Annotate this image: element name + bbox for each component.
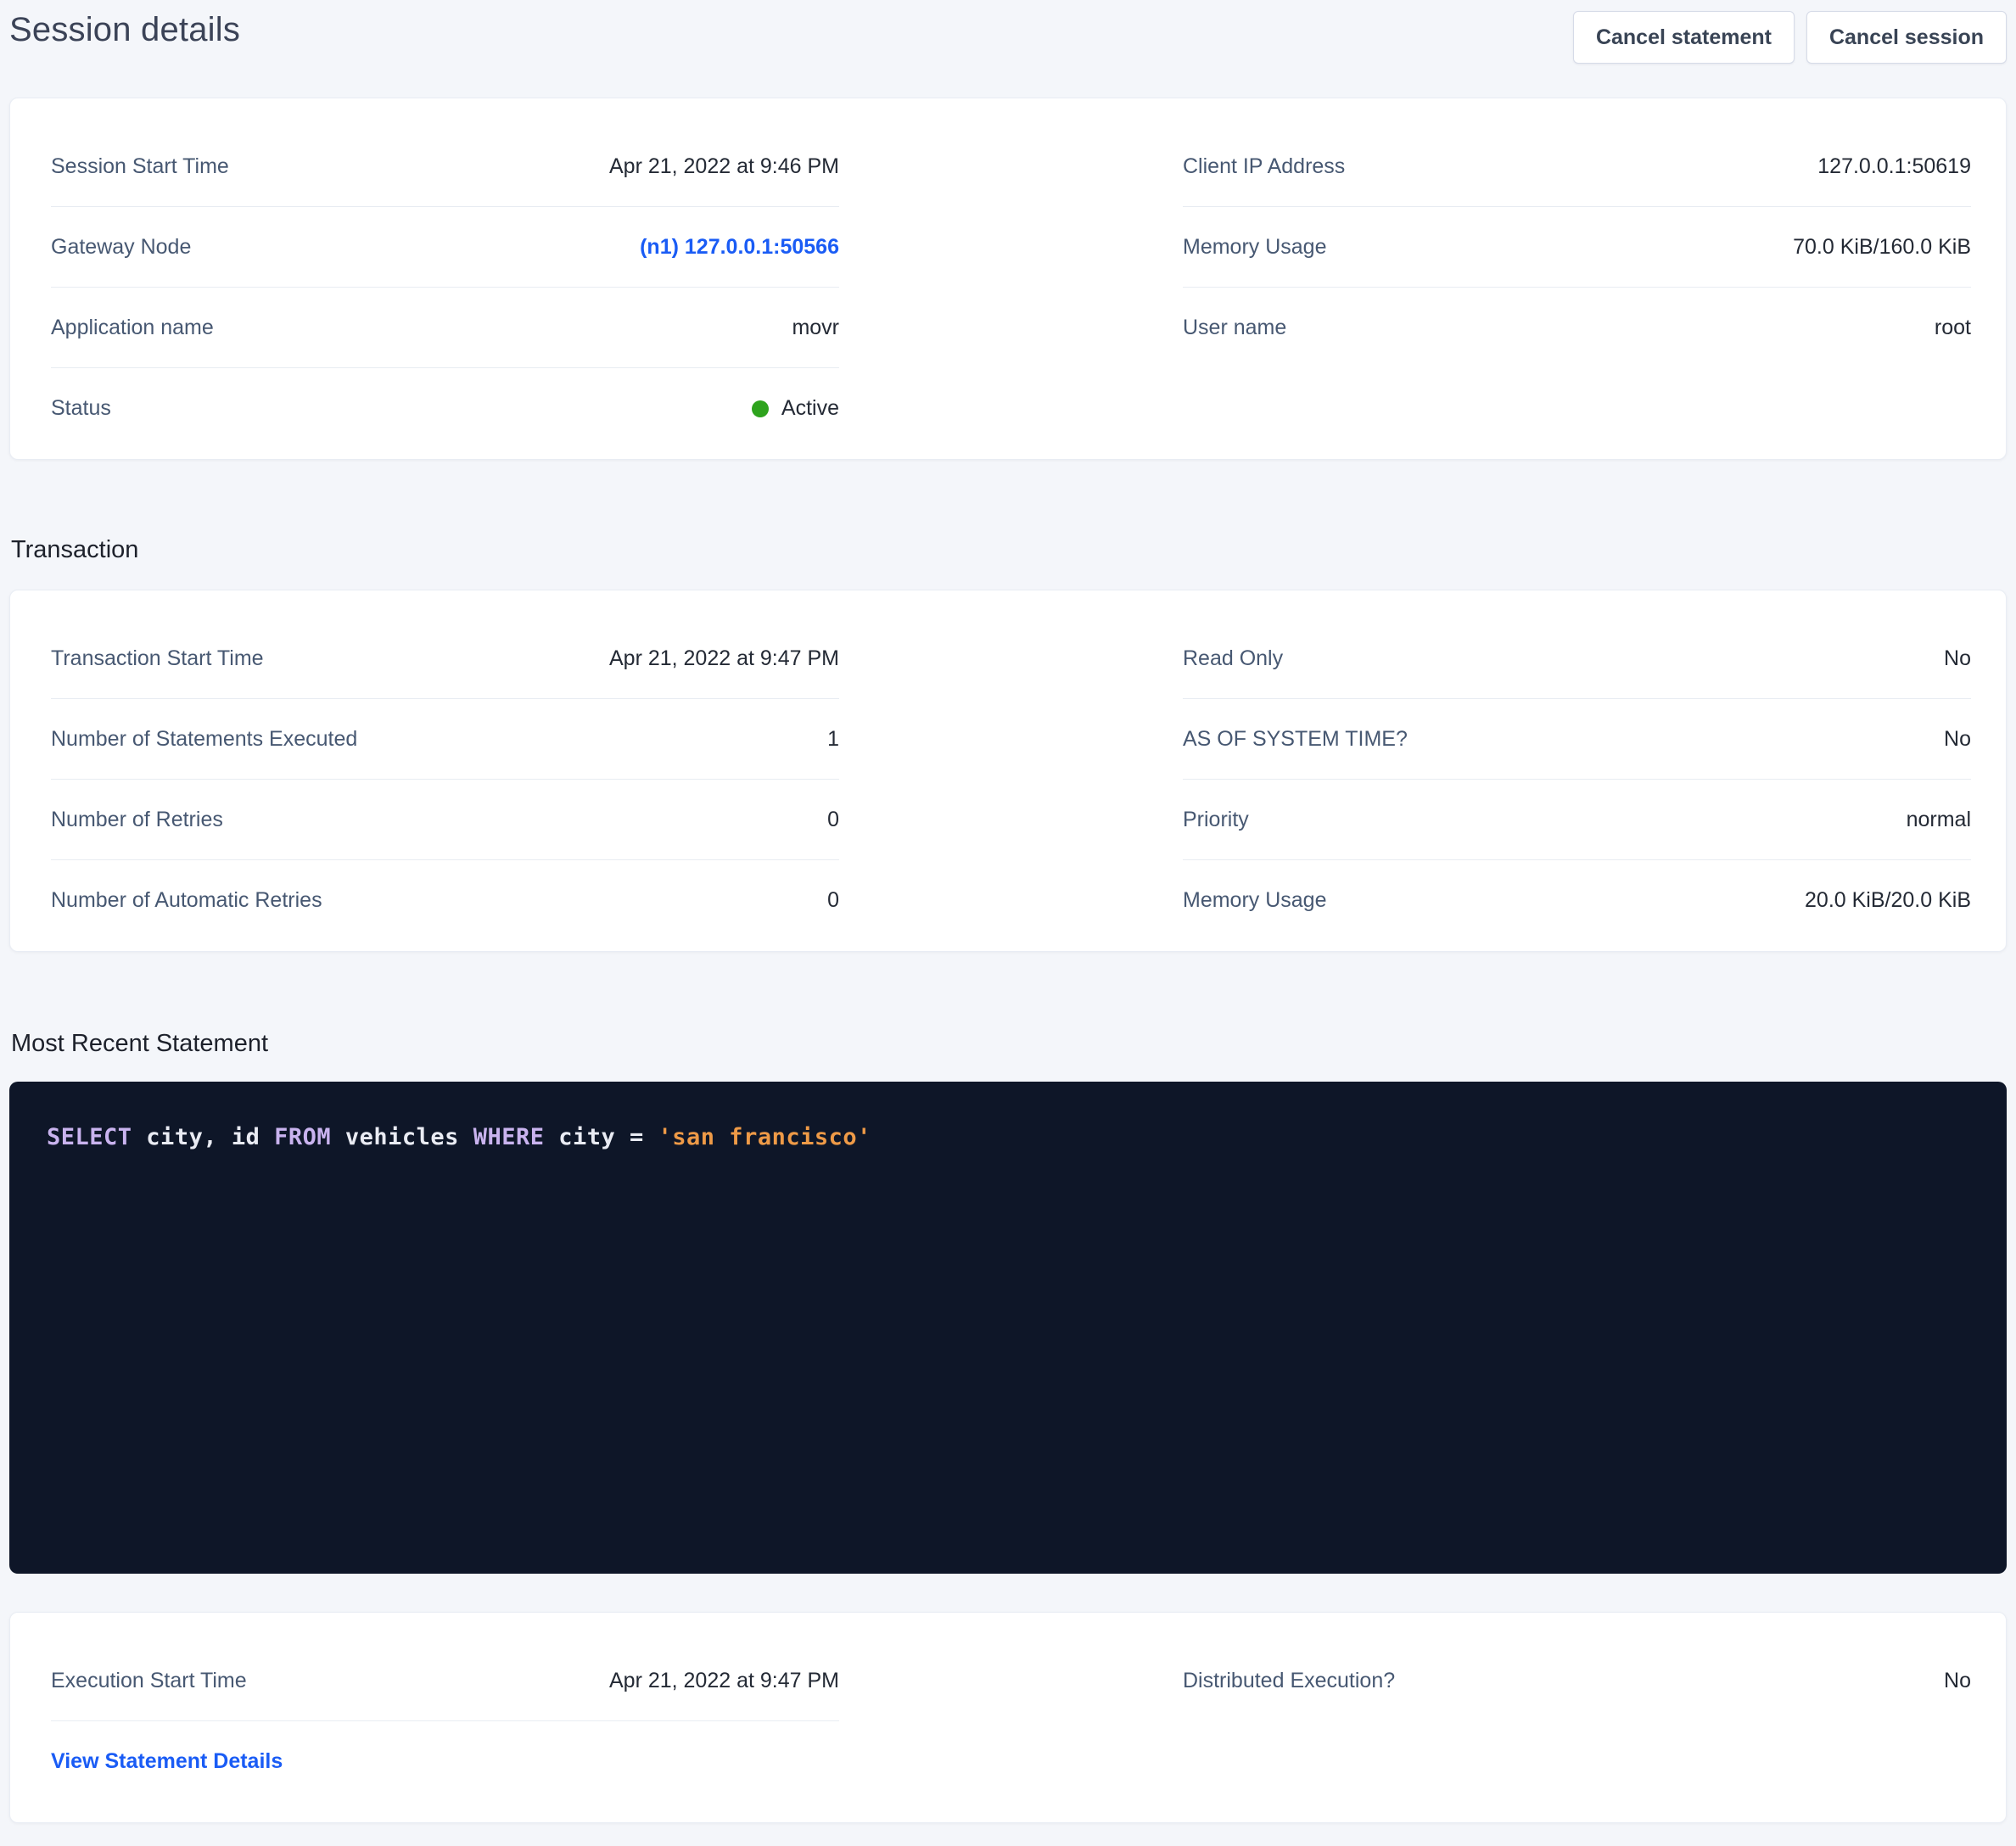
gateway-node-value[interactable]: (n1) 127.0.0.1:50566: [640, 235, 839, 260]
sql-token-keyword: FROM: [274, 1124, 331, 1150]
cancel-session-button[interactable]: Cancel session: [1806, 11, 2007, 64]
number-of-retries-label: Number of Retries: [51, 808, 223, 832]
sql-token-keyword: SELECT: [47, 1124, 132, 1150]
sql-token-plain: city =: [544, 1124, 658, 1150]
execution-start-time-row: Execution Start Time Apr 21, 2022 at 9:47…: [51, 1641, 839, 1721]
client-ip-address-value: 127.0.0.1:50619: [1817, 154, 1971, 179]
number-of-retries-row: Number of Retries 0: [51, 780, 839, 860]
user-name-row: User name root: [1183, 288, 1971, 368]
distributed-execution-value: No: [1944, 1669, 1971, 1693]
as-of-system-time-row: AS OF SYSTEM TIME? No: [1183, 699, 1971, 780]
sql-statement-box: SELECT city, id FROM vehicles WHERE city…: [9, 1082, 2007, 1574]
transaction-start-time-label: Transaction Start Time: [51, 646, 264, 671]
distributed-execution-row: Distributed Execution? No: [1183, 1641, 1971, 1721]
session-summary-card: Session Start Time Apr 21, 2022 at 9:46 P…: [9, 98, 2007, 460]
header-actions: Cancel statement Cancel session: [1573, 11, 2007, 64]
sql-token-keyword: WHERE: [473, 1124, 545, 1150]
number-of-automatic-retries-value: 0: [827, 888, 839, 913]
priority-value: normal: [1907, 808, 1971, 832]
sql-token-string: 'san francisco': [658, 1124, 871, 1150]
statement-section-title: Most Recent Statement: [11, 1030, 2007, 1058]
number-of-automatic-retries-row: Number of Automatic Retries 0: [51, 860, 839, 941]
transaction-card: Transaction Start Time Apr 21, 2022 at 9:…: [9, 590, 2007, 952]
gateway-node-label: Gateway Node: [51, 235, 191, 260]
as-of-system-time-label: AS OF SYSTEM TIME?: [1183, 727, 1408, 752]
page-title: Session details: [9, 11, 240, 49]
session-status-value: Active: [752, 396, 839, 421]
transaction-start-time-value: Apr 21, 2022 at 9:47 PM: [609, 646, 839, 671]
execution-right-column: Distributed Execution? No: [1183, 1641, 1971, 1802]
transaction-right-column: Read Only No AS OF SYSTEM TIME? No Priority n…: [1183, 618, 1971, 941]
cancel-statement-button[interactable]: Cancel statement: [1573, 11, 1795, 64]
sql-statement: SELECT city, id FROM vehicles WHERE city…: [47, 1124, 871, 1150]
client-ip-address-row: Client IP Address 127.0.0.1:50619: [1183, 126, 1971, 207]
transaction-memory-usage-row: Memory Usage 20.0 KiB/20.0 KiB: [1183, 860, 1971, 941]
priority-label: Priority: [1183, 808, 1249, 832]
client-ip-address-label: Client IP Address: [1183, 154, 1345, 179]
number-of-automatic-retries-label: Number of Automatic Retries: [51, 888, 322, 913]
gateway-node-row: Gateway Node (n1) 127.0.0.1:50566: [51, 207, 839, 288]
execution-left-column: Execution Start Time Apr 21, 2022 at 9:47…: [51, 1641, 839, 1802]
transaction-left-column: Transaction Start Time Apr 21, 2022 at 9:…: [51, 618, 839, 941]
execution-start-time-label: Execution Start Time: [51, 1669, 247, 1693]
execution-start-time-value: Apr 21, 2022 at 9:47 PM: [609, 1669, 839, 1693]
transaction-memory-usage-label: Memory Usage: [1183, 888, 1327, 913]
session-summary-left-column: Session Start Time Apr 21, 2022 at 9:46 P…: [51, 126, 839, 449]
session-memory-usage-label: Memory Usage: [1183, 235, 1327, 260]
session-status-label: Status: [51, 396, 111, 421]
session-memory-usage-value: 70.0 KiB/160.0 KiB: [1793, 235, 1971, 260]
transaction-start-time-row: Transaction Start Time Apr 21, 2022 at 9:…: [51, 618, 839, 699]
session-start-time-value: Apr 21, 2022 at 9:46 PM: [609, 154, 839, 179]
session-status-row: Status Active: [51, 368, 839, 449]
transaction-section-title: Transaction: [11, 536, 2007, 564]
transaction-memory-usage-value: 20.0 KiB/20.0 KiB: [1805, 888, 1971, 913]
statements-executed-value: 1: [827, 727, 839, 752]
session-memory-usage-row: Memory Usage 70.0 KiB/160.0 KiB: [1183, 207, 1971, 288]
view-statement-details-row: View Statement Details: [51, 1721, 839, 1802]
read-only-value: No: [1944, 646, 1971, 671]
read-only-label: Read Only: [1183, 646, 1283, 671]
application-name-row: Application name movr: [51, 288, 839, 368]
user-name-value: root: [1935, 316, 1971, 340]
session-summary-right-column: Client IP Address 127.0.0.1:50619 Memory U…: [1183, 126, 1971, 449]
session-start-time-label: Session Start Time: [51, 154, 229, 179]
session-start-time-row: Session Start Time Apr 21, 2022 at 9:46 P…: [51, 126, 839, 207]
active-status-dot: [752, 400, 769, 417]
application-name-value: movr: [792, 316, 839, 340]
page-header: Session details Cancel statement Cancel …: [9, 0, 2007, 64]
user-name-label: User name: [1183, 316, 1286, 340]
priority-row: Priority normal: [1183, 780, 1971, 860]
execution-card: Execution Start Time Apr 21, 2022 at 9:47…: [9, 1612, 2007, 1823]
application-name-label: Application name: [51, 316, 214, 340]
sql-token-plain: city, id: [132, 1124, 275, 1150]
as-of-system-time-value: No: [1944, 727, 1971, 752]
number-of-retries-value: 0: [827, 808, 839, 832]
session-details-page: Session details Cancel statement Cancel …: [0, 0, 2016, 1823]
view-statement-details-link[interactable]: View Statement Details: [51, 1749, 283, 1774]
distributed-execution-label: Distributed Execution?: [1183, 1669, 1395, 1693]
sql-token-plain: vehicles: [331, 1124, 473, 1150]
statements-executed-label: Number of Statements Executed: [51, 727, 357, 752]
statements-executed-row: Number of Statements Executed 1: [51, 699, 839, 780]
read-only-row: Read Only No: [1183, 618, 1971, 699]
